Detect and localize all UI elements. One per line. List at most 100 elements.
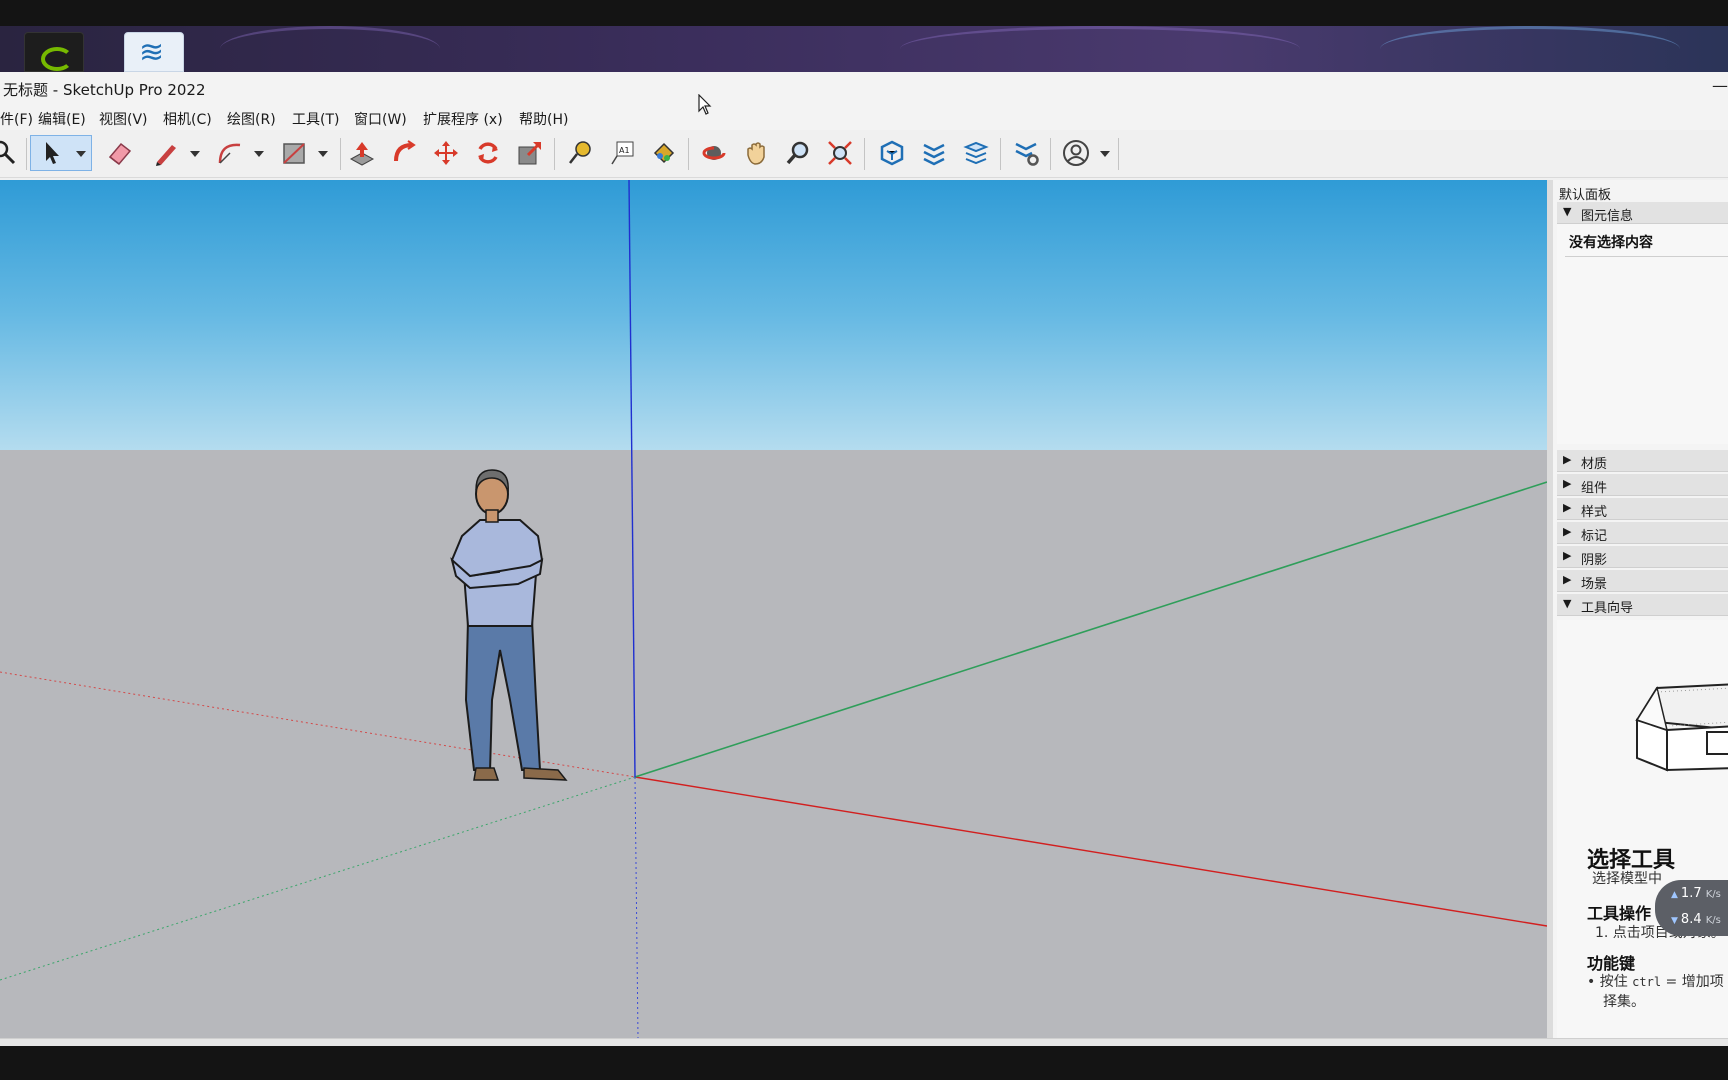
wallpaper-decoration — [1380, 26, 1680, 72]
tray-section-scenes[interactable]: ▶ 场景 — [1557, 570, 1728, 592]
paint-bucket-icon[interactable] — [646, 135, 682, 171]
extension-manager-icon[interactable] — [1008, 135, 1044, 171]
tray-section-label: 样式 — [1581, 505, 1608, 520]
download-speed: ▼ 8.4 K/s — [1671, 912, 1721, 927]
title-bar[interactable]: 无标题 - SketchUp Pro 2022 — — [0, 72, 1728, 106]
menu-camera[interactable]: 相机(C) — [163, 109, 212, 129]
toolbar: A1 — [0, 130, 1728, 178]
rectangle-icon[interactable] — [276, 135, 312, 171]
tray-section-instructor[interactable]: ▼ 工具向导 — [1557, 594, 1728, 616]
3d-warehouse-icon[interactable] — [874, 135, 910, 171]
blue-axis-negative — [634, 776, 639, 1038]
model-viewport[interactable] — [0, 180, 1547, 1038]
download-value: 8.4 — [1680, 912, 1702, 927]
red-axis-positive — [634, 776, 1547, 927]
toolbar-separator — [1000, 138, 1001, 170]
instructor-tool-description: 选择模型中 — [1592, 871, 1662, 887]
network-speed-widget[interactable]: ▲ 1.7 K/s ▼ 8.4 K/s — [1655, 880, 1728, 936]
expanded-triangle-icon: ▼ — [1563, 597, 1572, 610]
minimize-button[interactable]: — — [1712, 76, 1728, 100]
toolbar-separator — [1050, 138, 1051, 170]
sketchup-window: 无标题 - SketchUp Pro 2022 — 件(F) 编辑(E) 视图(… — [0, 72, 1728, 1046]
toolbar-separator — [864, 138, 865, 170]
collapsed-triangle-icon: ▶ — [1563, 549, 1572, 562]
follow-me-icon[interactable] — [386, 135, 422, 171]
scale-icon[interactable] — [512, 135, 548, 171]
desktop-background — [0, 26, 1728, 72]
rotate-icon[interactable] — [470, 135, 506, 171]
tray-section-label: 材质 — [1581, 457, 1608, 472]
collapsed-triangle-icon: ▶ — [1563, 477, 1572, 490]
tray-section-tags[interactable]: ▶ 标记 — [1557, 522, 1728, 544]
search-icon[interactable] — [0, 135, 22, 171]
status-bar — [0, 1038, 1728, 1046]
rectangle-dropdown-icon[interactable] — [318, 151, 328, 157]
tray-section-shadows[interactable]: ▶ 阴影 — [1557, 546, 1728, 568]
collapsed-triangle-icon: ▶ — [1563, 453, 1572, 466]
keys-prefix: • 按住 — [1587, 974, 1633, 990]
menu-view[interactable]: 视图(V) — [99, 109, 148, 129]
menu-help[interactable]: 帮助(H) — [519, 109, 568, 129]
eraser-icon[interactable] — [102, 135, 138, 171]
tray-section-components[interactable]: ▶ 组件 — [1557, 474, 1728, 496]
move-icon[interactable] — [428, 135, 464, 171]
menu-tools[interactable]: 工具(T) — [292, 109, 339, 129]
zoom-icon[interactable] — [780, 135, 816, 171]
app-desktop-icon[interactable] — [124, 32, 184, 72]
text-icon[interactable]: A1 — [604, 135, 640, 171]
keys-code: ctrl — [1632, 975, 1662, 989]
layout-icon[interactable] — [958, 135, 994, 171]
pencil-dropdown-icon[interactable] — [190, 151, 200, 157]
push-pull-icon[interactable] — [344, 135, 380, 171]
axes-layer — [0, 180, 1547, 1038]
arc-dropdown-icon[interactable] — [254, 151, 264, 157]
menu-edit[interactable]: 编辑(E) — [38, 109, 86, 129]
menu-draw[interactable]: 绘图(R) — [227, 109, 276, 129]
instructor-panel: 选择工具 选择模型中 工具操作 1. 点击项目或对象。 功能键 • 按住 ctr… — [1557, 620, 1728, 1038]
upload-unit: K/s — [1705, 889, 1721, 900]
divider — [1565, 256, 1728, 257]
collapsed-triangle-icon: ▶ — [1563, 501, 1572, 514]
tray-section-label: 标记 — [1581, 529, 1608, 544]
screen-bottom-bezel — [0, 1046, 1728, 1080]
entity-info-panel: 没有选择内容 — [1557, 224, 1728, 444]
mouse-cursor-icon — [698, 94, 712, 115]
blue-axis-positive — [628, 180, 636, 778]
download-arrow-icon: ▼ — [1671, 916, 1678, 926]
menu-extensions[interactable]: 扩展程序 (x) — [423, 109, 503, 129]
menu-window[interactable]: 窗口(W) — [354, 109, 407, 129]
menu-bar: 件(F) 编辑(E) 视图(V) 相机(C) 绘图(R) 工具(T) 窗口(W)… — [0, 106, 1728, 130]
arc-icon[interactable] — [212, 135, 248, 171]
wallpaper-decoration — [220, 26, 440, 72]
zoom-extents-icon[interactable] — [822, 135, 858, 171]
toolbar-separator — [1118, 138, 1119, 170]
nvidia-desktop-icon[interactable] — [24, 32, 84, 72]
tray-section-label: 组件 — [1581, 481, 1608, 496]
entity-info-header[interactable]: ▼ 图元信息 — [1557, 202, 1728, 224]
account-icon[interactable] — [1058, 135, 1094, 171]
keys-line2: 择集。 — [1603, 994, 1645, 1010]
select-tool-illustration — [1635, 683, 1728, 772]
extension-warehouse-icon[interactable] — [916, 135, 952, 171]
svg-text:A1: A1 — [619, 146, 630, 155]
menu-file[interactable]: 件(F) — [0, 109, 33, 129]
keys-suffix: = 增加项 — [1661, 974, 1724, 990]
tape-measure-icon[interactable] — [562, 135, 598, 171]
orbit-icon[interactable] — [696, 135, 732, 171]
download-unit: K/s — [1705, 915, 1721, 926]
tray-section-label: 工具向导 — [1581, 601, 1634, 616]
upload-arrow-icon: ▲ — [1671, 890, 1678, 900]
account-dropdown-icon[interactable] — [1100, 151, 1110, 157]
green-axis-positive — [634, 481, 1547, 778]
pan-icon[interactable] — [738, 135, 774, 171]
toolbar-separator — [688, 138, 689, 170]
tray-section-materials[interactable]: ▶ 材质 — [1557, 450, 1728, 472]
select-dropdown-icon[interactable] — [76, 151, 86, 157]
tray-section-label: 阴影 — [1581, 553, 1608, 568]
collapsed-triangle-icon: ▶ — [1563, 525, 1572, 538]
pencil-icon[interactable] — [148, 135, 184, 171]
green-axis-negative — [0, 776, 636, 981]
tray-section-label: 场景 — [1581, 577, 1608, 592]
tray-section-styles[interactable]: ▶ 样式 — [1557, 498, 1728, 520]
scale-figure[interactable] — [450, 469, 568, 781]
